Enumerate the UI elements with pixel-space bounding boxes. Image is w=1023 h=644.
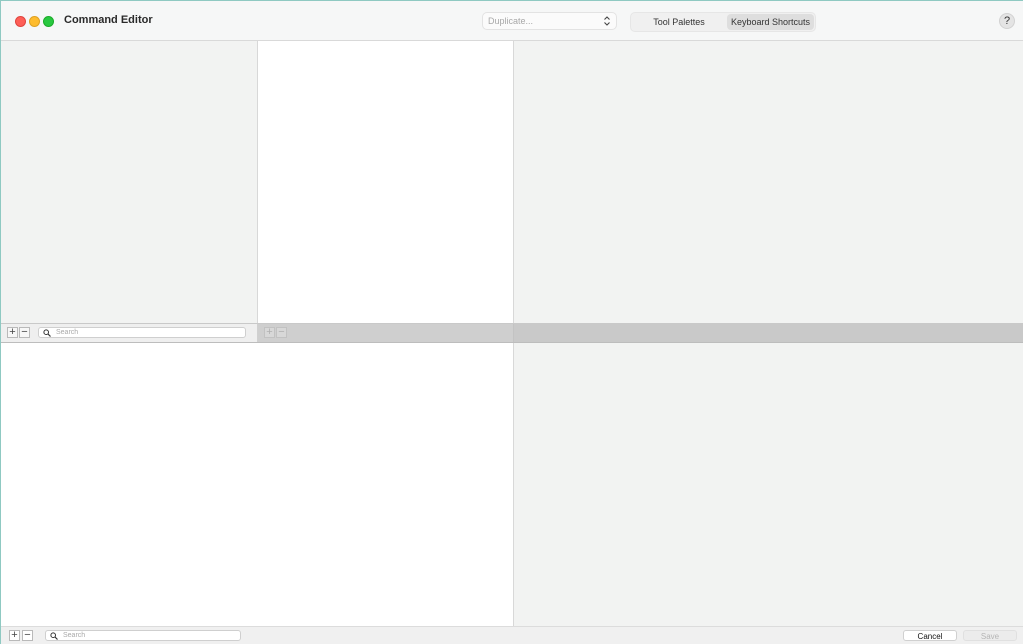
minimize-window-button[interactable] (29, 16, 40, 27)
categories-list-pane[interactable] (1, 41, 258, 323)
commands-list-pane[interactable] (258, 41, 514, 323)
categories-search-field[interactable]: Search (38, 327, 246, 338)
command-details-pane (514, 41, 1023, 323)
tab-tool-palettes[interactable]: Tool Palettes (633, 14, 725, 30)
remove-category-button[interactable]: − (19, 327, 30, 338)
categories-toolbar: + − Search (1, 324, 258, 342)
help-button[interactable]: ? (999, 13, 1015, 29)
close-window-button[interactable] (15, 16, 26, 27)
add-shortcut-button[interactable]: + (9, 630, 20, 641)
remove-command-button[interactable]: − (276, 327, 287, 338)
chevron-up-down-icon (604, 16, 610, 26)
add-category-button[interactable]: + (7, 327, 18, 338)
tab-keyboard-shortcuts[interactable]: Keyboard Shortcuts (727, 14, 814, 30)
shortcut-details-pane (514, 343, 1023, 626)
duplicate-select-placeholder: Duplicate... (488, 16, 534, 26)
maximize-window-button[interactable] (43, 16, 54, 27)
window-title: Command Editor (64, 14, 153, 26)
middle-toolbar: + − Search + − (1, 323, 1023, 343)
title-bar: Command Editor Duplicate... Tool Palette… (1, 1, 1023, 41)
commands-toolbar: + − (258, 324, 514, 342)
shortcuts-list-pane[interactable] (1, 343, 514, 626)
search-icon (43, 329, 51, 337)
cancel-button[interactable]: Cancel (903, 630, 957, 641)
command-editor-window: Command Editor Duplicate... Tool Palette… (1, 1, 1023, 644)
remove-shortcut-button[interactable]: − (22, 630, 33, 641)
details-toolbar (514, 324, 1023, 342)
bottom-toolbar: + − Search Cancel Save (1, 626, 1023, 644)
shortcuts-search-field[interactable]: Search (45, 630, 241, 641)
mode-segmented-control: Tool Palettes Keyboard Shortcuts (630, 12, 816, 32)
search-placeholder: Search (56, 329, 79, 336)
duplicate-select[interactable]: Duplicate... (482, 12, 617, 30)
save-button[interactable]: Save (963, 630, 1017, 641)
search-icon (50, 632, 58, 640)
search-placeholder: Search (63, 632, 86, 639)
add-command-button[interactable]: + (264, 327, 275, 338)
